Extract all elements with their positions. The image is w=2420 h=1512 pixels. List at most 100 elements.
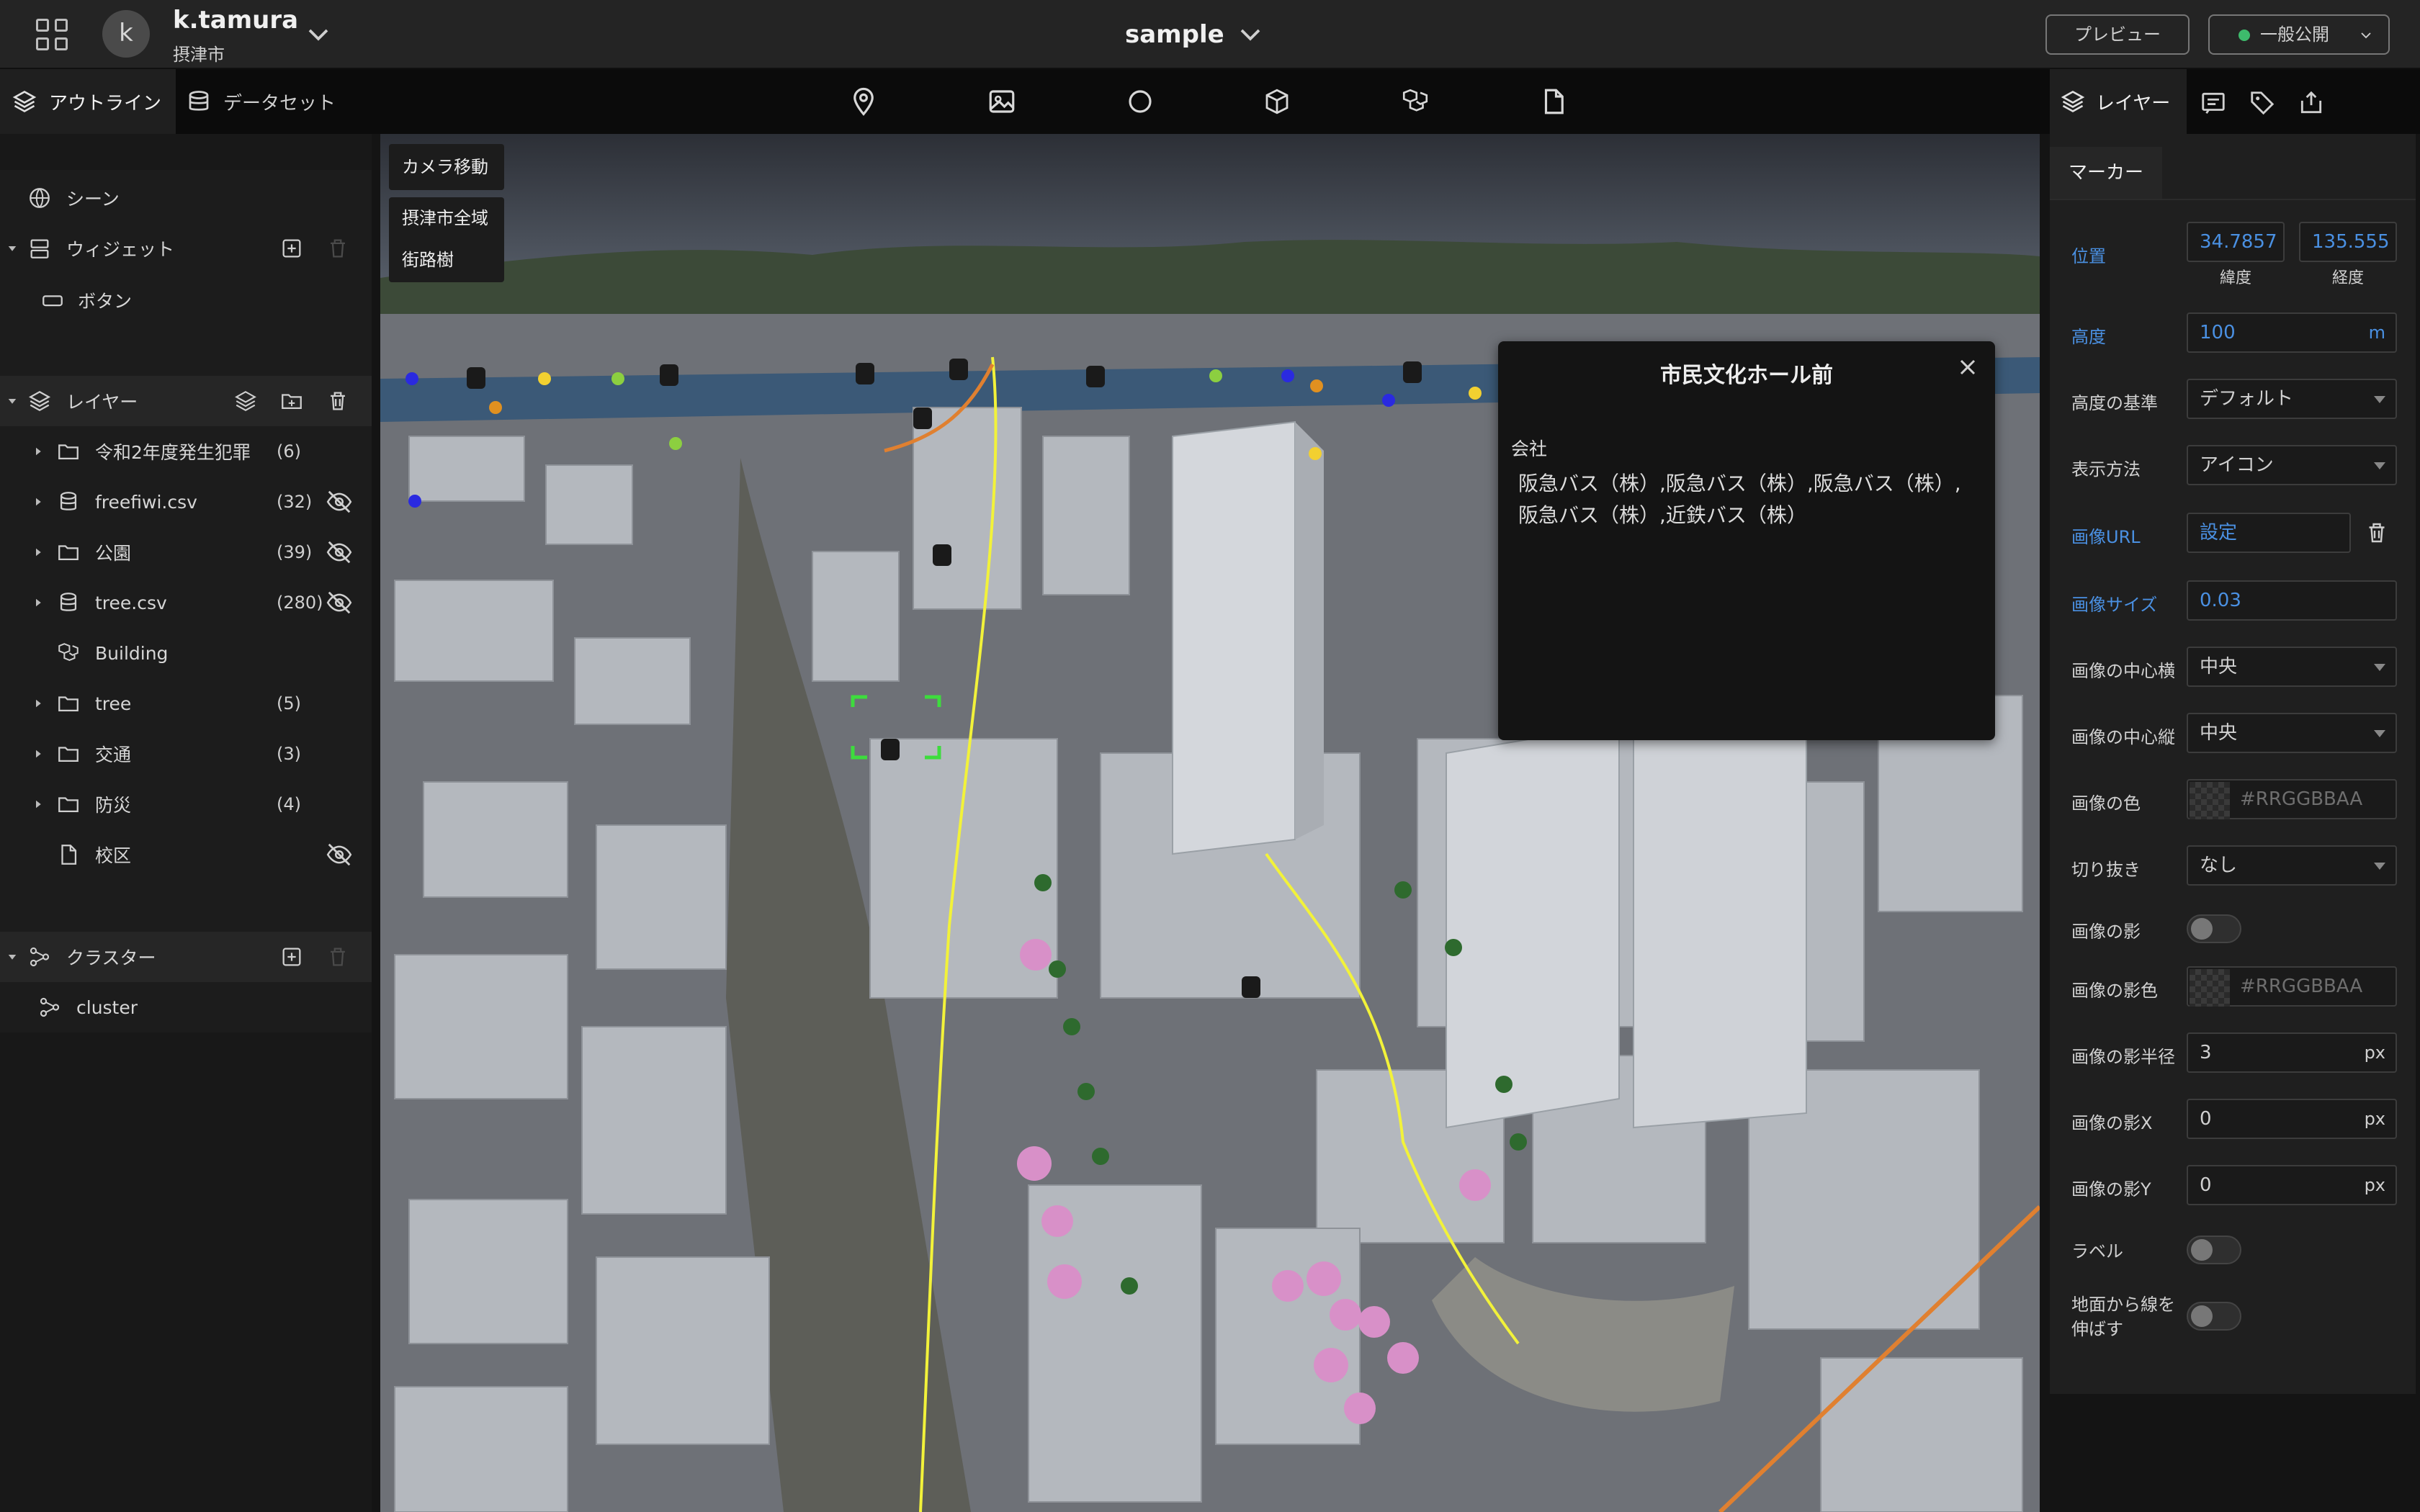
image-url-field[interactable]: 設定 (2187, 513, 2351, 553)
chevron-down-icon[interactable] (305, 22, 331, 48)
color-swatch[interactable] (2190, 969, 2230, 1007)
shadow-toggle[interactable] (2187, 914, 2241, 943)
layers-header[interactable]: レイヤー (0, 376, 372, 426)
layer-item[interactable]: 防災 (4) (0, 779, 372, 829)
eye-off-icon[interactable] (326, 841, 353, 868)
export-icon[interactable] (2298, 89, 2325, 117)
display-value: アイコン (2200, 454, 2274, 476)
preview-button[interactable]: プレビュー (2045, 14, 2190, 55)
cluster-header[interactable]: クラスター (0, 932, 372, 982)
caret-right-icon[interactable] (32, 798, 45, 811)
label-toggle[interactable] (2187, 1236, 2241, 1264)
model-3d-icon (58, 643, 79, 661)
shadow-x-field[interactable]: 0 px (2187, 1099, 2397, 1139)
box-3d-icon[interactable] (1262, 86, 1292, 117)
model-3d-icon[interactable] (1400, 86, 1430, 117)
display-select[interactable]: アイコン (2187, 445, 2397, 485)
extrude-label-line2: 伸ばす (2071, 1319, 2123, 1339)
image-size-field[interactable]: 0.03 (2187, 580, 2397, 621)
app-root: k k.tamura 摂津市 sample プレビュー 一般公開 アウトライン … (0, 0, 2420, 1512)
story-item-city[interactable]: 摂津市全域 (389, 197, 504, 239)
circle-icon[interactable] (1125, 86, 1155, 117)
avatar[interactable]: k (102, 10, 150, 58)
layer-item[interactable]: tree.csv (280) (0, 577, 372, 628)
marker-pin-icon[interactable] (848, 86, 879, 117)
scene-item[interactable]: シーン (0, 173, 372, 223)
caret-down-icon[interactable] (6, 950, 19, 963)
story-item-trees[interactable]: 街路樹 (389, 239, 504, 281)
px-unit: px (2364, 1109, 2385, 1129)
caret-right-icon[interactable] (32, 747, 45, 760)
trash-icon[interactable] (326, 945, 350, 969)
shadow-color-field[interactable]: #RRGGBBAA (2187, 966, 2397, 1007)
add-icon[interactable] (279, 945, 304, 969)
map-viewport[interactable]: カメラ移動 摂津市全域 街路樹 市民文化ホール前 会社 阪急バス（株）,阪急バス… (380, 134, 2040, 1512)
add-icon[interactable] (279, 236, 304, 261)
tag-icon[interactable] (2249, 89, 2276, 117)
layer-name: 交通 (95, 744, 132, 765)
caret-right-icon[interactable] (32, 697, 45, 710)
layer-item[interactable]: 令和2年度発生犯罪 (6) (0, 426, 372, 477)
cluster-item[interactable]: cluster (0, 982, 372, 1032)
layer-name: 公園 (95, 543, 132, 564)
center-x-label: 画像の中心横 (2071, 661, 2175, 681)
toggle-knob (2191, 1305, 2213, 1327)
caret-right-icon[interactable] (32, 445, 45, 458)
add-layer-icon[interactable] (233, 389, 258, 413)
extrude-toggle[interactable] (2187, 1302, 2241, 1331)
file-icon[interactable] (1538, 86, 1569, 117)
cluster-icon (40, 997, 60, 1017)
tab-dataset[interactable]: データセット (186, 69, 344, 134)
layer-item[interactable]: tree (5) (0, 678, 372, 729)
trash-icon[interactable] (2364, 520, 2390, 546)
layer-item[interactable]: 公園 (39) (0, 527, 372, 577)
height-ref-select[interactable]: デフォルト (2187, 379, 2397, 419)
publish-button[interactable]: 一般公開 (2208, 14, 2390, 55)
crop-select[interactable]: なし (2187, 845, 2397, 886)
widget-button-item[interactable]: ボタン (0, 275, 372, 325)
shadow-y-field[interactable]: 0 px (2187, 1165, 2397, 1205)
divider (2050, 199, 2416, 200)
layers-icon (2061, 90, 2085, 113)
height-field[interactable]: 100 m (2187, 312, 2397, 353)
shadow-x-label: 画像の影X (2071, 1113, 2153, 1133)
px-unit: px (2364, 1043, 2385, 1063)
trash-icon[interactable] (326, 389, 350, 413)
layer-item[interactable]: freefiwi.csv (32) (0, 477, 372, 527)
caret-right-icon[interactable] (32, 596, 45, 609)
caret-right-icon[interactable] (32, 495, 45, 508)
eye-off-icon[interactable] (326, 589, 353, 616)
tab-outline[interactable]: アウトライン (0, 69, 176, 134)
add-folder-icon[interactable] (279, 389, 304, 413)
shadow-radius-field[interactable]: 3 px (2187, 1032, 2397, 1073)
chevron-down-icon[interactable] (1237, 22, 1263, 48)
trash-icon[interactable] (326, 236, 350, 261)
eye-off-icon[interactable] (326, 488, 353, 516)
layer-item[interactable]: 校区 (0, 829, 372, 880)
color-swatch[interactable] (2190, 782, 2230, 819)
image-icon[interactable] (987, 86, 1017, 117)
folder-icon (58, 696, 79, 712)
widgets-header[interactable]: ウィジェット (0, 223, 372, 274)
caret-down-icon[interactable] (6, 242, 19, 255)
infobox-title: 市民文化ホール前 (1660, 363, 1833, 388)
apps-grid-icon[interactable] (36, 19, 68, 50)
layer-item[interactable]: 交通 (3) (0, 729, 372, 779)
caret-down-icon[interactable] (6, 395, 19, 408)
image-color-field[interactable]: #RRGGBBAA (2187, 779, 2397, 819)
infobox-icon[interactable] (2200, 89, 2227, 117)
latitude-field[interactable]: 34.7857 (2187, 222, 2285, 262)
close-icon[interactable] (1955, 354, 1981, 380)
camera-move-button[interactable]: カメラ移動 (389, 144, 504, 190)
center-y-select[interactable]: 中央 (2187, 713, 2397, 753)
shadow-color-label: 画像の影色 (2071, 981, 2158, 1001)
longitude-field[interactable]: 135.555 (2299, 222, 2397, 262)
layer-item[interactable]: Building (0, 628, 372, 678)
label-label: ラベル (2071, 1241, 2123, 1261)
center-x-select[interactable]: 中央 (2187, 647, 2397, 687)
eye-off-icon[interactable] (326, 539, 353, 566)
tower-right-2 (1633, 708, 1807, 1129)
tab-marker[interactable]: マーカー (2050, 147, 2162, 199)
caret-right-icon[interactable] (32, 546, 45, 559)
tab-layer[interactable]: レイヤー (2050, 69, 2187, 134)
